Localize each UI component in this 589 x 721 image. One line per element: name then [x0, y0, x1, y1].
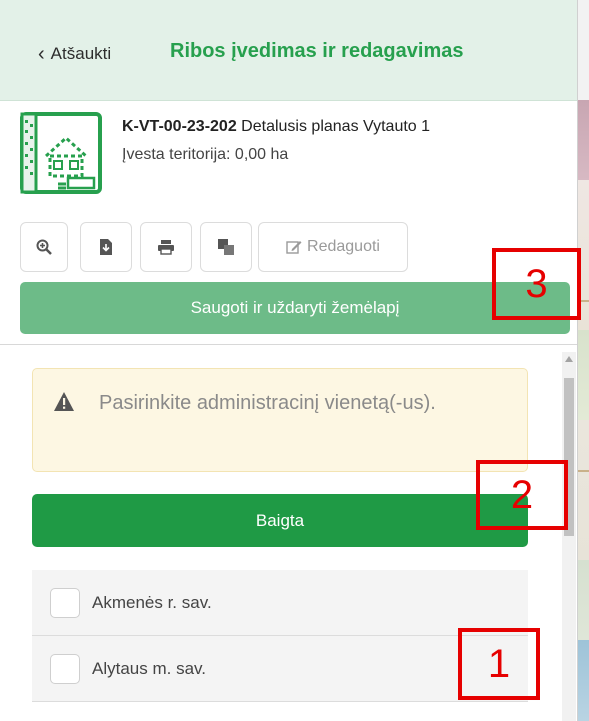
- save-and-close-map-button[interactable]: Saugoti ir uždaryti žemėlapį: [20, 282, 570, 334]
- map-edge[interactable]: [578, 0, 589, 721]
- annotation-label: 2: [510, 472, 534, 517]
- entered-area: Įvesta teritorija: 0,00 ha: [122, 146, 289, 163]
- cancel-button[interactable]: ‹ Atšaukti: [38, 42, 111, 65]
- warning-alert: Pasirinkite administracinį vienetą(-us).: [32, 368, 528, 472]
- chevron-left-icon: ‹: [38, 43, 45, 65]
- municipality-list: Akmenės r. sav. Alytaus m. sav.: [32, 570, 528, 702]
- side-panel: ‹ Atšaukti Ribos įvedimas ir redagavimas: [0, 0, 578, 721]
- edit-icon: [286, 241, 302, 254]
- plan-title: K-VT-00-23-202 Detalusis planas Vytauto …: [122, 118, 430, 136]
- checkbox[interactable]: [50, 587, 80, 618]
- zoom-button[interactable]: [20, 222, 68, 272]
- edit-button[interactable]: Redaguoti: [258, 222, 408, 272]
- panel-header: ‹ Atšaukti Ribos įvedimas ir redagavimas: [0, 0, 577, 101]
- annotation-box-3: 3: [492, 248, 581, 320]
- edit-label: Redaguoti: [307, 238, 380, 255]
- annotation-label: 3: [525, 261, 548, 306]
- list-item-label: Alytaus m. sav.: [92, 658, 206, 678]
- layers-button[interactable]: [200, 222, 252, 272]
- warning-icon: [54, 392, 74, 411]
- page-title: Ribos įvedimas ir redagavimas: [170, 40, 464, 62]
- scrollbar[interactable]: [562, 352, 576, 721]
- checkbox[interactable]: [50, 653, 80, 684]
- layers-icon: [218, 239, 234, 255]
- list-item[interactable]: Alytaus m. sav.: [32, 636, 528, 702]
- done-button[interactable]: Baigta: [32, 494, 528, 547]
- scroll-up-arrow-icon[interactable]: [565, 356, 573, 362]
- zoom-in-icon: [36, 239, 52, 255]
- download-file-icon: [100, 239, 112, 255]
- list-item-label: Akmenės r. sav.: [92, 592, 212, 612]
- annotation-box-1: 1: [458, 628, 540, 700]
- download-button[interactable]: [80, 222, 132, 272]
- annotation-box-2: 2: [476, 460, 568, 530]
- map-plan-icon: [20, 112, 102, 194]
- print-icon: [158, 240, 174, 255]
- plan-code: K-VT-00-23-202: [122, 118, 237, 135]
- print-button[interactable]: [140, 222, 192, 272]
- plan-name: Detalusis planas Vytauto 1: [241, 118, 431, 135]
- alert-message: Pasirinkite administracinį vienetą(-us).: [99, 392, 436, 414]
- list-item[interactable]: Akmenės r. sav.: [32, 570, 528, 636]
- annotation-label: 1: [487, 641, 511, 686]
- cancel-label: Atšaukti: [50, 44, 112, 63]
